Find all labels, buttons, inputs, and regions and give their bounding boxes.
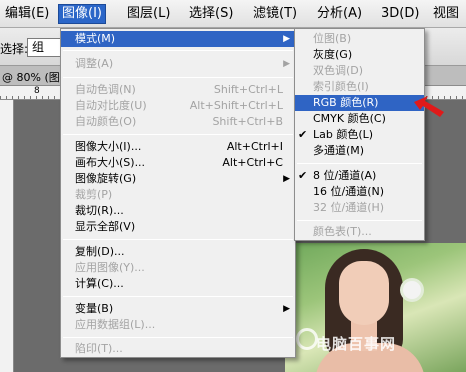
menu-item-label: 模式(M) <box>75 32 116 45</box>
mode-cmyk-color[interactable]: CMYK 颜色(C) <box>295 111 424 127</box>
menu-item-label: 应用数据组(L)... <box>75 318 156 331</box>
menu-bar: 编辑(E) 图像(I) 图层(L) 选择(S) 滤镜(T) 分析(A) 3D(D… <box>0 0 466 28</box>
menu-item-image-size[interactable]: 图像大小(I)... Alt+Ctrl+I <box>61 139 295 155</box>
menu-item-trap[interactable]: 陷印(T)... <box>61 341 295 357</box>
mode-lab-color[interactable]: ✔ Lab 颜色(L) <box>295 127 424 143</box>
menu-item-adjustments[interactable]: 调整(A) ▶ <box>61 56 295 72</box>
photo-flower <box>403 281 421 299</box>
menu-separator <box>63 239 293 240</box>
menu-item-duplicate[interactable]: 复制(D)... <box>61 244 295 260</box>
menu-separator <box>297 163 422 164</box>
menu-item-apply-image[interactable]: 应用图像(Y)... <box>61 260 295 276</box>
menu-item-label: 位图(B) <box>313 32 352 45</box>
menu-item-variables[interactable]: 变量(B) ▶ <box>61 301 295 317</box>
menu-item-auto-contrast[interactable]: 自动对比度(U) Alt+Shift+Ctrl+L <box>61 98 295 114</box>
red-pointer-arrow-icon <box>414 96 444 117</box>
menu-separator <box>63 296 293 297</box>
menu-item-shortcut: Shift+Ctrl+B <box>212 115 283 128</box>
menu-item-label: 32 位/通道(H) <box>313 201 385 214</box>
mode-16bit[interactable]: 16 位/通道(N) <box>295 184 424 200</box>
image-menu: 模式(M) ▶ 调整(A) ▶ 自动色调(N) Shift+Ctrl+L 自动对… <box>60 28 296 358</box>
check-icon: ✔ <box>298 128 308 141</box>
mode-duotone[interactable]: 双色调(D) <box>295 63 424 79</box>
menu-analysis[interactable]: 分析(A) <box>314 4 365 24</box>
menu-item-shortcut: Alt+Shift+Ctrl+L <box>189 99 283 112</box>
menu-item-label: 变量(B) <box>75 302 114 315</box>
menu-item-label: 颜色表(T)... <box>313 225 372 238</box>
menu-item-mode[interactable]: 模式(M) ▶ <box>61 31 295 47</box>
submenu-arrow-icon: ▶ <box>283 34 290 44</box>
menu-item-trim[interactable]: 裁切(R)... <box>61 203 295 219</box>
menu-item-shortcut: Alt+Ctrl+I <box>226 140 283 153</box>
menu-item-label: 图像大小(I)... <box>75 140 142 153</box>
menu-item-label: 裁切(R)... <box>75 204 124 217</box>
mode-32bit[interactable]: 32 位/通道(H) <box>295 200 424 216</box>
menu-item-auto-tone[interactable]: 自动色调(N) Shift+Ctrl+L <box>61 82 295 98</box>
menu-item-label: 显示全部(V) <box>75 220 136 233</box>
photo-face <box>339 261 389 325</box>
submenu-arrow-icon: ▶ <box>283 174 290 184</box>
ruler-mark: 8 <box>34 86 40 96</box>
mode-indexed-color[interactable]: 索引颜色(I) <box>295 79 424 95</box>
menu-item-label: 画布大小(S)... <box>75 156 146 169</box>
menu-image[interactable]: 图像(I) <box>58 4 106 24</box>
mode-8bit[interactable]: ✔ 8 位/通道(A) <box>295 168 424 184</box>
menu-item-calculations[interactable]: 计算(C)... <box>61 276 295 292</box>
menu-item-label: 双色调(D) <box>313 64 364 77</box>
menu-item-label: 应用图像(Y)... <box>75 261 145 274</box>
menu-separator <box>297 220 422 221</box>
menu-item-shortcut: Shift+Ctrl+L <box>213 83 283 96</box>
menu-item-shortcut: Alt+Ctrl+C <box>222 156 283 169</box>
mode-multichannel[interactable]: 多通道(M) <box>295 143 424 159</box>
check-icon: ✔ <box>298 169 308 182</box>
mode-color-table[interactable]: 颜色表(T)... <box>295 224 424 240</box>
menu-item-label: 图像旋转(G) <box>75 172 137 185</box>
vertical-ruler <box>0 100 14 372</box>
submenu-arrow-icon: ▶ <box>283 304 290 314</box>
menu-item-label: 多通道(M) <box>313 144 365 157</box>
submenu-arrow-icon: ▶ <box>283 59 290 69</box>
menu-item-auto-color[interactable]: 自动颜色(O) Shift+Ctrl+B <box>61 114 295 130</box>
menu-filter[interactable]: 滤镜(T) <box>250 4 300 24</box>
menu-item-label: 自动颜色(O) <box>75 115 137 128</box>
menu-item-label: 16 位/通道(N) <box>313 185 385 198</box>
menu-item-crop[interactable]: 裁剪(P) <box>61 187 295 203</box>
menu-item-reveal-all[interactable]: 显示全部(V) <box>61 219 295 235</box>
mode-submenu: 位图(B) 灰度(G) 双色调(D) 索引颜色(I) RGB 颜色(R) CMY… <box>294 28 425 241</box>
menu-item-label: Lab 颜色(L) <box>313 128 374 141</box>
menu-item-label: 计算(C)... <box>75 277 124 290</box>
select-label: 选择: <box>0 42 29 56</box>
menu-item-label: 索引颜色(I) <box>313 80 369 93</box>
menu-item-label: 自动对比度(U) <box>75 99 147 112</box>
menu-3d[interactable]: 3D(D) <box>378 4 422 24</box>
menu-separator <box>63 50 293 51</box>
menu-item-apply-data-set[interactable]: 应用数据组(L)... <box>61 317 295 333</box>
menu-item-label: 自动色调(N) <box>75 83 136 96</box>
menu-item-image-rotation[interactable]: 图像旋转(G) ▶ <box>61 171 295 187</box>
menu-item-label: 调整(A) <box>75 57 114 70</box>
menu-item-label: 陷印(T)... <box>75 342 123 355</box>
mode-rgb-color[interactable]: RGB 颜色(R) <box>295 95 424 111</box>
mode-grayscale[interactable]: 灰度(G) <box>295 47 424 63</box>
menu-layer[interactable]: 图层(L) <box>124 4 173 24</box>
menu-item-label: 裁剪(P) <box>75 188 113 201</box>
menu-edit[interactable]: 编辑(E) <box>2 4 52 24</box>
menu-item-label: RGB 颜色(R) <box>313 96 379 109</box>
menu-view[interactable]: 视图 <box>430 4 462 24</box>
menu-separator <box>63 337 293 338</box>
menu-item-canvas-size[interactable]: 画布大小(S)... Alt+Ctrl+C <box>61 155 295 171</box>
menu-separator <box>63 134 293 135</box>
menu-item-label: 8 位/通道(A) <box>313 169 377 182</box>
menu-select[interactable]: 选择(S) <box>186 4 236 24</box>
menu-separator <box>63 77 293 78</box>
mode-bitmap[interactable]: 位图(B) <box>295 31 424 47</box>
menu-item-label: 灰度(G) <box>313 48 353 61</box>
menu-item-label: 复制(D)... <box>75 245 125 258</box>
watermark-text: 电脑百事网 <box>316 335 397 353</box>
menu-item-label: CMYK 颜色(C) <box>313 112 386 125</box>
watermark-logo-icon <box>296 328 318 350</box>
